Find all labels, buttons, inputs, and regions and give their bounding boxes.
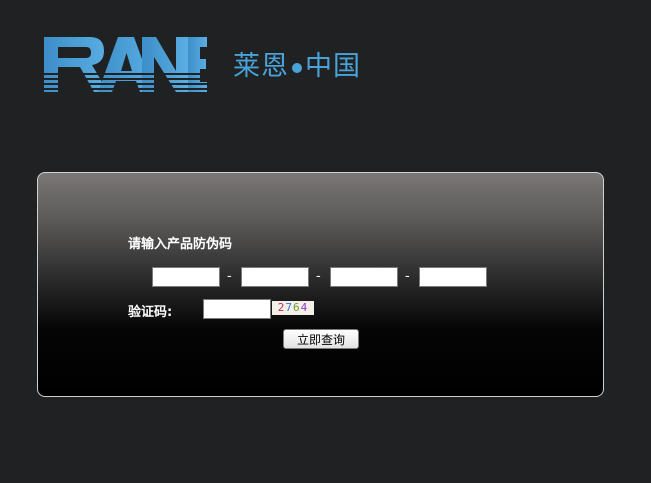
captcha-digit: 6 [293, 301, 301, 314]
code-field-4[interactable] [419, 267, 487, 287]
code-separator: - [316, 269, 321, 284]
code-field-1[interactable] [152, 267, 220, 287]
brand-dot-icon [292, 62, 302, 73]
captcha-image[interactable]: 2764 [272, 301, 314, 315]
brand-cn-part1: 莱恩 [233, 51, 289, 82]
captcha-label: 验证码: [128, 305, 173, 320]
captcha-digit: 7 [285, 301, 293, 314]
code-separator: - [227, 269, 232, 284]
code-field-3[interactable] [330, 267, 398, 287]
rane-logo [42, 37, 208, 92]
form-title: 请输入产品防伪码 [128, 237, 233, 252]
verification-panel: 请输入产品防伪码 - - - 验证码: 2764 立即查询 [37, 172, 604, 397]
captcha-digit: 4 [300, 301, 309, 314]
query-button[interactable]: 立即查询 [283, 329, 359, 349]
code-separator: - [405, 269, 410, 284]
brand-cn-part2: 中国 [305, 51, 361, 82]
captcha-input[interactable] [203, 299, 271, 319]
code-field-2[interactable] [241, 267, 309, 287]
brand-chinese-name: 莱恩 中国 [233, 44, 361, 83]
